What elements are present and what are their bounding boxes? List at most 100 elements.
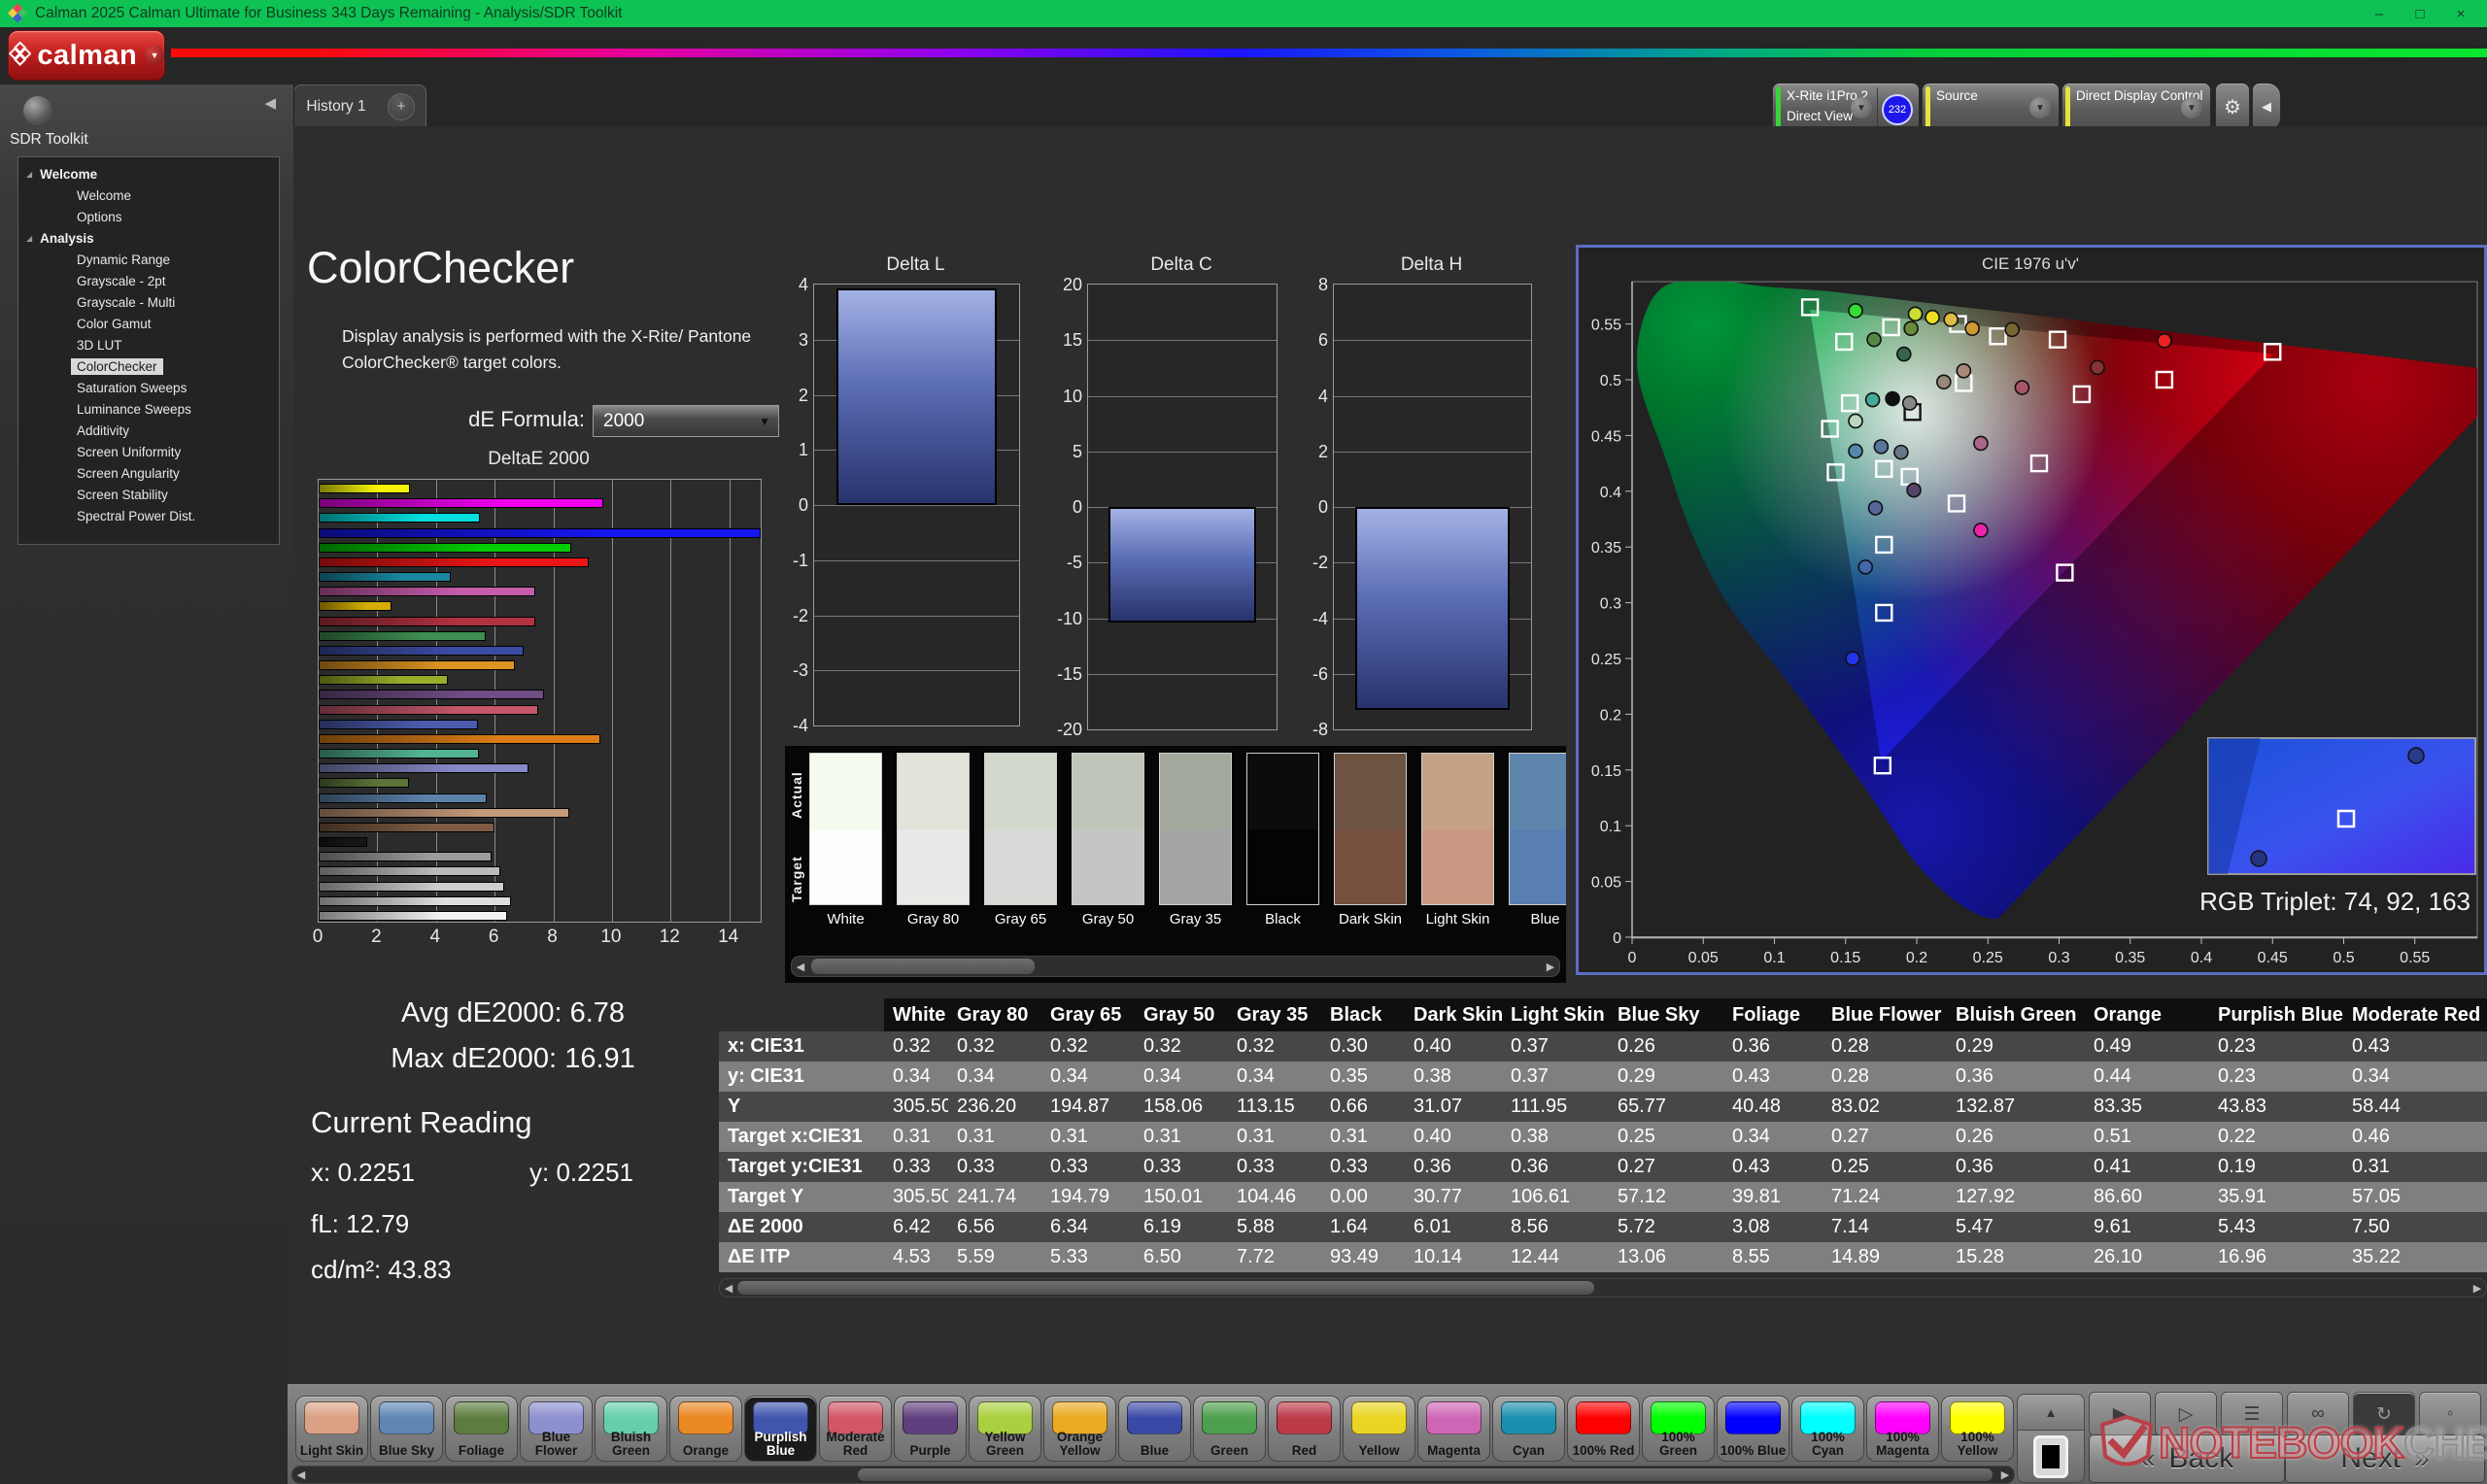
sidebar-item-spectral-power-dist[interactable]: Spectral Power Dist.	[18, 505, 279, 526]
swatch-label: White	[801, 911, 890, 928]
patch-button-blue-flower[interactable]: Blue Flower	[520, 1396, 593, 1462]
scroll-left-icon[interactable]: ◀	[292, 1467, 310, 1483]
sidebar: ◀ SDR Toolkit ◢WelcomeWelcomeOptions◢Ana…	[0, 84, 294, 1384]
patch-color	[1277, 1401, 1332, 1434]
scroll-right-icon[interactable]: ▶	[2469, 1279, 2486, 1297]
sidebar-item-saturation-sweeps[interactable]: Saturation Sweeps	[18, 377, 279, 398]
patch-button-purplish-blue[interactable]: Purplish Blue	[744, 1396, 817, 1462]
toolbar-icon-4[interactable]: ↻	[2353, 1392, 2415, 1436]
chevron-down-icon[interactable]: ▼	[1851, 97, 1872, 118]
scrollbar-thumb[interactable]	[737, 1281, 1594, 1295]
expand-triangle-icon[interactable]: ◢	[26, 234, 32, 243]
swatch-scrollbar[interactable]: ◀ ▶	[791, 956, 1560, 977]
patch-scrollbar[interactable]: ◀ ▶	[291, 1466, 2015, 1484]
sidebar-item-screen-uniformity[interactable]: Screen Uniformity	[18, 441, 279, 462]
back-button[interactable]: « Back	[2089, 1434, 2285, 1483]
patch-button-cyan[interactable]: Cyan	[1492, 1396, 1565, 1462]
toolbar-icon-3[interactable]: ∞	[2287, 1392, 2349, 1436]
sidebar-item-3d-lut[interactable]: 3D LUT	[18, 334, 279, 355]
next-button[interactable]: Next »	[2285, 1434, 2485, 1483]
pattern-up-button[interactable]: ▲	[2017, 1394, 2085, 1431]
table-scrollbar[interactable]: ◀ ▶	[719, 1278, 2487, 1298]
collapse-panel-button[interactable]: ◀	[2252, 83, 2281, 131]
sidebar-item-analysis[interactable]: ◢Analysis	[18, 227, 279, 249]
patch-button-100-red[interactable]: 100% Red	[1567, 1396, 1640, 1462]
sidebar-item-grayscale-multi[interactable]: Grayscale - Multi	[18, 291, 279, 313]
expand-triangle-icon[interactable]: ◢	[26, 170, 32, 179]
toolbar-icon-1[interactable]: ▷	[2155, 1392, 2217, 1436]
patch-button-green[interactable]: Green	[1193, 1396, 1266, 1462]
sidebar-item-welcome[interactable]: ◢Welcome	[18, 163, 279, 185]
calman-menu-button[interactable]: calman ▼	[8, 30, 165, 81]
patch-button-light-skin[interactable]: Light Skin	[295, 1396, 368, 1462]
svg-text:0.35: 0.35	[2115, 950, 2145, 966]
toolbar-icon-0[interactable]: ▶	[2089, 1392, 2151, 1436]
patch-button-yellow[interactable]: Yellow	[1343, 1396, 1415, 1462]
patch-button-yellow-green[interactable]: Yellow Green	[969, 1396, 1041, 1462]
cie-1976-panel[interactable]: CIE 1976 u'v' 00.050.10.150.20.250.30.35…	[1576, 245, 2487, 975]
patch-button-red[interactable]: Red	[1268, 1396, 1341, 1462]
tab-history-1[interactable]: History 1	[293, 84, 379, 127]
sidebar-item-grayscale-2pt[interactable]: Grayscale - 2pt	[18, 270, 279, 291]
minimize-icon[interactable]: –	[2359, 6, 2400, 22]
axis-tick-label: -2	[775, 606, 808, 625]
patch-button-orange-yellow[interactable]: Orange Yellow	[1043, 1396, 1116, 1462]
patch-button-100-blue[interactable]: 100% Blue	[1717, 1396, 1789, 1462]
patch-button-magenta[interactable]: Magenta	[1417, 1396, 1490, 1462]
sidebar-item-screen-angularity[interactable]: Screen Angularity	[18, 462, 279, 484]
sidebar-item-colorchecker[interactable]: ColorChecker	[18, 355, 279, 377]
measurement-marker	[1904, 321, 1918, 335]
cell: 0.34	[1723, 1122, 1823, 1152]
workflow-orb-button[interactable]	[23, 96, 52, 125]
sidebar-item-luminance-sweeps[interactable]: Luminance Sweeps	[18, 398, 279, 420]
pattern-window-button[interactable]	[2017, 1430, 2085, 1483]
close-icon[interactable]: ×	[2440, 6, 2481, 22]
sidebar-item-dynamic-range[interactable]: Dynamic Range	[18, 249, 279, 270]
patch-button-moderate-red[interactable]: Moderate Red	[819, 1396, 892, 1462]
logo-dropdown-icon[interactable]: ▼	[145, 45, 164, 66]
patch-button-100-green[interactable]: 100% Green	[1642, 1396, 1715, 1462]
patch-button-purple[interactable]: Purple	[894, 1396, 967, 1462]
patch-button-orange[interactable]: Orange	[669, 1396, 742, 1462]
scroll-left-icon[interactable]: ◀	[792, 957, 809, 976]
delta-h-chart: Delta H 86420-2-4-6-8	[1294, 254, 1547, 763]
scroll-right-icon[interactable]: ▶	[1542, 957, 1559, 976]
patch-button-blue-sky[interactable]: Blue Sky	[370, 1396, 443, 1462]
cell: 0.49	[2085, 1031, 2209, 1062]
patch-button-100-magenta[interactable]: 100% Magenta	[1866, 1396, 1939, 1462]
add-tab-button[interactable]: +	[377, 84, 426, 127]
cell: 0.36	[1723, 1031, 1823, 1062]
settings-button[interactable]: ⚙	[2215, 83, 2250, 131]
sidebar-item-color-gamut[interactable]: Color Gamut	[18, 313, 279, 334]
toolbar-icon-5[interactable]: ◦	[2419, 1392, 2481, 1436]
patch-label: 100% Blue	[1719, 1444, 1788, 1458]
scrollbar-thumb[interactable]	[811, 959, 1035, 974]
scroll-left-icon[interactable]: ◀	[720, 1279, 737, 1297]
cell: 0.27	[1609, 1152, 1723, 1182]
patch-button-100-cyan[interactable]: 100% Cyan	[1791, 1396, 1864, 1462]
cell: 7.72	[1228, 1242, 1321, 1272]
bar-100-magenta	[319, 498, 603, 508]
measurement-table: WhiteGray 80Gray 65Gray 50Gray 35BlackDa…	[719, 998, 2487, 1273]
chevron-down-icon[interactable]: ▼	[2029, 97, 2051, 118]
maximize-icon[interactable]: □	[2400, 6, 2440, 22]
chevron-down-icon[interactable]: ▼	[2181, 97, 2202, 118]
patch-button-blue[interactable]: Blue	[1118, 1396, 1191, 1462]
sidebar-item-options[interactable]: Options	[18, 206, 279, 227]
cell: 57.12	[1609, 1182, 1723, 1212]
patch-button-bluish-green[interactable]: Bluish Green	[595, 1396, 667, 1462]
sidebar-item-welcome[interactable]: Welcome	[18, 185, 279, 206]
sidebar-item-additivity[interactable]: Additivity	[18, 420, 279, 441]
gear-icon: ⚙	[2224, 95, 2241, 119]
scroll-right-icon[interactable]: ▶	[1996, 1467, 2014, 1483]
scrollbar-thumb[interactable]	[858, 1468, 1993, 1481]
axis-tick-label: 6	[1295, 330, 1328, 350]
toolbar-icon-2[interactable]: ☰	[2221, 1392, 2283, 1436]
sidebar-collapse-icon[interactable]: ◀	[264, 94, 276, 112]
de-formula-select[interactable]: 2000 ▼	[593, 405, 779, 437]
patch-button-foliage[interactable]: Foliage	[445, 1396, 518, 1462]
svg-text:0.2: 0.2	[1600, 707, 1621, 724]
column-header-foliage: Foliage	[1723, 998, 1823, 1031]
sidebar-item-screen-stability[interactable]: Screen Stability	[18, 484, 279, 505]
patch-button-100-yellow[interactable]: 100% Yellow	[1941, 1396, 2014, 1462]
